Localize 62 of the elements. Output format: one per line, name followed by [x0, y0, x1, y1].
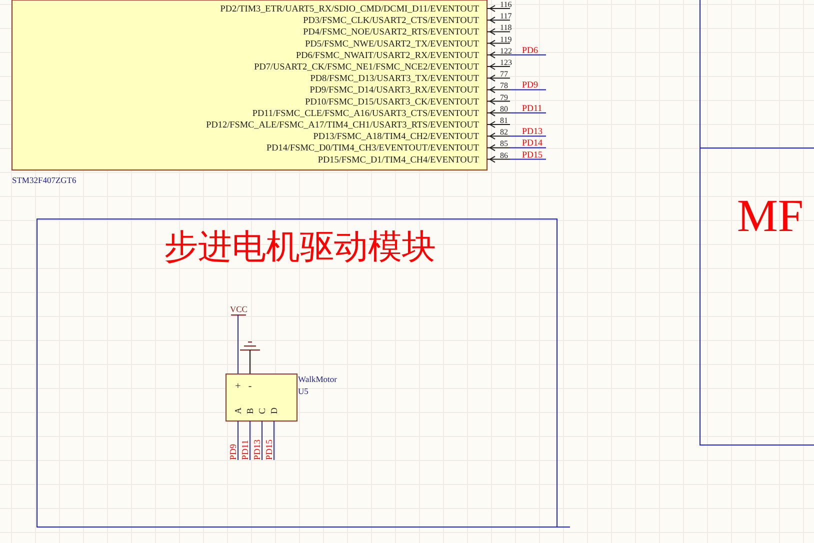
- pin-label: PD8/FSMC_D13/USART3_TX/EVENTOUT: [310, 73, 479, 84]
- pin-label: PD6/FSMC_NWAIT/USART2_RX/EVENTOUT: [296, 50, 479, 60]
- pin-label: C: [257, 408, 267, 414]
- power-wire: [230, 314, 246, 374]
- net-label: PD11: [522, 102, 542, 113]
- pin-lead: [486, 5, 510, 12]
- net-label: PD15: [522, 149, 543, 160]
- pin-label: PD5/FSMC_NWE/USART2_TX/EVENTOUT: [305, 38, 479, 48]
- pin-number: 117: [500, 12, 512, 21]
- net-label: PD6: [522, 44, 538, 55]
- motor-body: [226, 374, 298, 422]
- pin-number: 77: [500, 70, 508, 79]
- net-label: PD11: [240, 440, 250, 460]
- pin-number: 116: [500, 0, 512, 9]
- net-wire: [510, 147, 546, 148]
- module-title: 步进电机驱动模块: [164, 227, 436, 267]
- net-label: PD9: [228, 444, 238, 460]
- pin-label: PD2/TIM3_ETR/UART5_RX/SDIO_CMD/DCMI_D11/EVENTOUT: [220, 4, 479, 14]
- pin-label: B: [245, 408, 255, 414]
- pin-number: 82: [500, 128, 508, 137]
- net-label: PD13: [252, 439, 262, 460]
- pin-label: PD4/FSMC_NOE/USART2_RTS/EVENTOUT: [303, 26, 479, 37]
- net-label: PD15: [264, 439, 274, 460]
- component-name: WalkMotor: [298, 374, 337, 384]
- component-designator: U5: [298, 386, 308, 396]
- pin-label: -: [248, 381, 252, 392]
- net-label: PD13: [522, 126, 543, 136]
- pin-number: 86: [500, 150, 508, 160]
- pin-label: PD14/FSMC_D0/TIM4_CH3/EVENTOUT/EVENTOUT: [266, 142, 479, 153]
- net-wire: [510, 158, 546, 160]
- pin-number: 123: [500, 58, 512, 67]
- pin-number: 119: [500, 34, 512, 44]
- pin-label: PD10/FSMC_D15/USART3_CK/EVENTOUT: [305, 96, 479, 106]
- pin-label: +: [235, 381, 241, 392]
- net-label: PD9: [522, 80, 538, 90]
- pin-label: A: [233, 408, 243, 414]
- pin-label: PD15/FSMC_D1/TIM4_CH4/EVENTOUT: [318, 154, 479, 164]
- net-wire: [510, 89, 546, 90]
- pin-lead: [486, 16, 510, 24]
- pin-label: D: [269, 408, 279, 414]
- net-wire: [510, 112, 546, 114]
- pin-label: PD7/USART2_CK/FSMC_NE1/FSMC_NCE2/EVENTOUT: [254, 62, 479, 72]
- pin-number: 81: [500, 116, 508, 125]
- pin-number: 122: [500, 46, 512, 56]
- power-label: VCC: [230, 304, 248, 314]
- pin-label: PD13/FSMC_A18/TIM4_CH2/EVENTOUT: [313, 131, 479, 142]
- pin-lead: [486, 74, 510, 82]
- ground-symbol: [240, 342, 260, 374]
- pin-label: PD3/FSMC_CLK/USART2_CTS/EVENTOUT: [303, 15, 479, 26]
- pin-number: 78: [500, 81, 508, 90]
- pin-number: 85: [500, 139, 508, 148]
- chip-name: STM32F407ZGT6: [12, 175, 76, 185]
- pin-label: PD11/FSMC_CLE/FSMC_A16/USART3_CTS/EVENTOUT: [252, 108, 479, 118]
- block-title: MF: [737, 190, 804, 241]
- pin-number: 80: [500, 104, 508, 114]
- net-label: PD14: [522, 138, 543, 148]
- pin-label: PD9/FSMC_D14/USART3_RX/EVENTOUT: [310, 84, 479, 95]
- pin-number: 79: [500, 92, 508, 102]
- pin-label: PD12/FSMC_ALE/FSMC_A17/TIM4_CH1/USART3_RTS/EVENTOUT: [206, 120, 479, 130]
- net-wire: [510, 136, 546, 137]
- pin-number: 118: [500, 23, 512, 32]
- net-wire: [510, 54, 546, 56]
